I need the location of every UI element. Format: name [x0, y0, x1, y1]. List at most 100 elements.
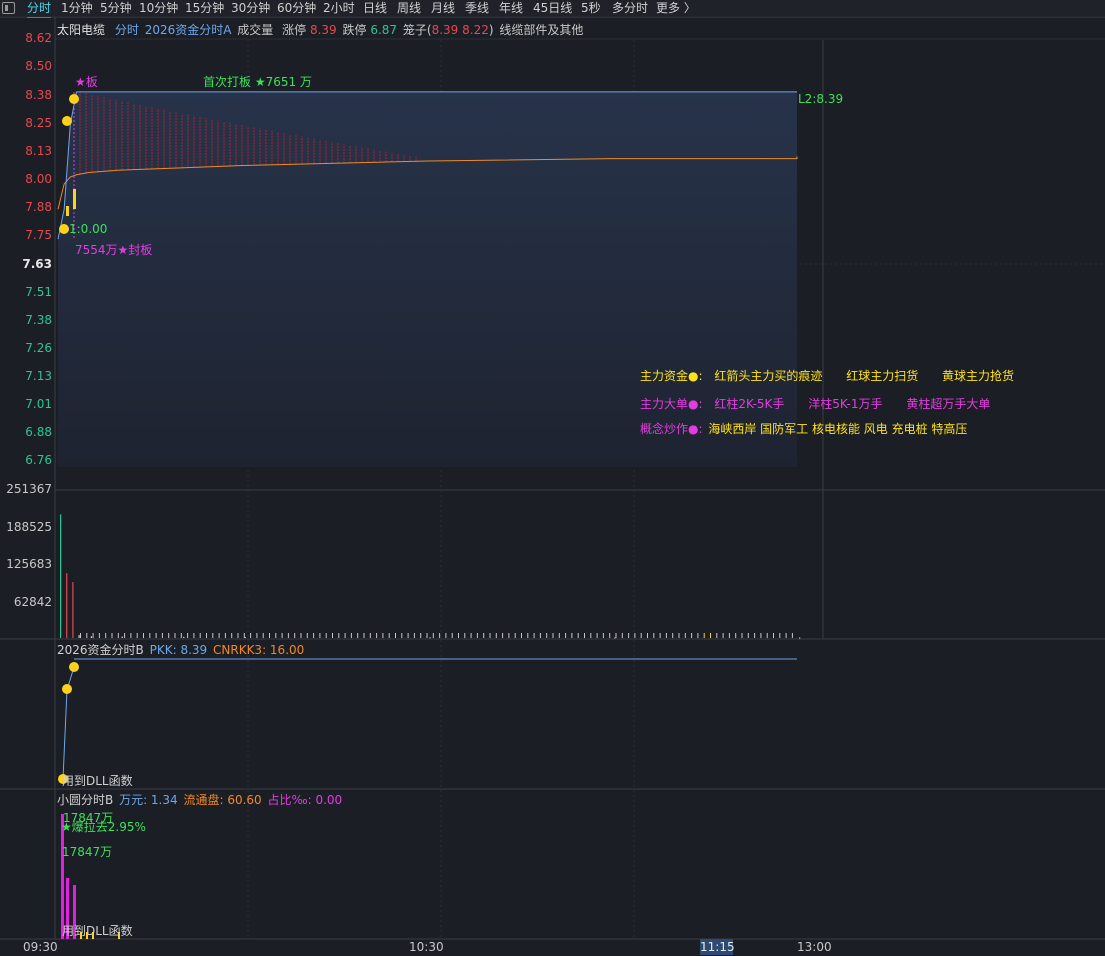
volume-bar	[799, 637, 801, 639]
volume-bar	[760, 633, 762, 638]
volume-bar	[502, 633, 504, 638]
volume-bar	[121, 636, 123, 638]
volume-bar	[250, 633, 252, 638]
volume-bar	[432, 633, 434, 638]
volume-bar	[672, 633, 674, 638]
legend-item: 黄球主力抢货	[942, 369, 1015, 383]
volume-bar	[634, 633, 636, 638]
volume-bar	[596, 633, 598, 638]
legend-item: 洋柱5K-1万手	[808, 397, 883, 411]
volume-bar	[149, 633, 151, 638]
yellow-ball	[69, 94, 79, 104]
volume-bar	[243, 633, 245, 638]
volume-bar	[565, 633, 567, 638]
panel-c-boom: ★爆拉去2.95%	[61, 820, 146, 834]
panel-c-ratio: 占比‰: 0.00	[267, 793, 343, 807]
volume-bar	[716, 633, 718, 638]
limit-board-tag: ★板	[75, 75, 98, 89]
volume-bar	[609, 633, 611, 638]
volume-bar	[647, 633, 648, 638]
panel-b-name[interactable]: 2026资金分时B	[57, 643, 144, 657]
first-board-tag: 首次打板 ★7651 万	[203, 75, 312, 89]
l1-tag: 1:0.00	[69, 222, 108, 236]
time-tick: 10:30	[409, 940, 444, 954]
volume-bar	[332, 633, 333, 638]
volume-bar	[344, 633, 346, 638]
volume-bar	[174, 633, 176, 638]
volume-bar	[420, 633, 422, 638]
volume-bar	[413, 633, 415, 638]
volume-bar	[584, 633, 585, 638]
volume-bar	[665, 633, 667, 638]
panel-c-amount: 17847万	[62, 845, 113, 859]
volume-bar	[124, 633, 126, 638]
volume-bar	[363, 633, 365, 638]
volume-bar	[678, 633, 680, 638]
volume-bar	[539, 633, 541, 638]
time-tick: 09:30	[23, 940, 58, 954]
volume-bar	[785, 633, 787, 638]
volume-bar	[183, 636, 185, 638]
volume-bar	[697, 633, 699, 638]
legend-row-concepts: 概念炒作●: 海峡西岸 国防军工 核电核能 风电 充电桩 特高压	[640, 420, 967, 437]
volume-bar	[458, 633, 459, 638]
big-order-bar	[66, 206, 69, 216]
volume-bar	[376, 633, 378, 638]
volume-bar	[571, 633, 573, 638]
volume-bar	[614, 637, 616, 639]
time-cursor[interactable]: 11:15	[700, 939, 735, 955]
volume-bar	[791, 633, 793, 638]
volume-bar	[78, 635, 80, 638]
seal-tag: 7554万★封板	[75, 243, 153, 257]
volume-bar	[508, 633, 510, 638]
volume-bar	[728, 633, 730, 638]
legend-title: 主力大单●:	[640, 397, 703, 411]
legend-item: 红箭头主力买的痕迹	[714, 369, 823, 383]
volume-bar	[590, 633, 592, 638]
volume-bar	[313, 633, 315, 638]
volume-bar	[269, 633, 270, 638]
volume-bar	[747, 633, 749, 638]
yellow-ball	[62, 116, 72, 126]
volume-bar	[325, 633, 327, 638]
volume-bar	[426, 633, 428, 638]
yellow-ball	[59, 224, 69, 234]
time-tick: 13:00	[797, 940, 832, 954]
intraday-chart[interactable]	[0, 0, 1105, 956]
volume-bar	[640, 633, 642, 638]
volume-bar	[476, 633, 478, 638]
volume-bar	[521, 633, 522, 638]
volume-bar	[168, 633, 170, 638]
volume-bar	[445, 633, 447, 638]
legend-item: 海峡西岸 国防军工 核电核能 风电 充电桩 特高压	[708, 422, 968, 436]
volume-bar	[710, 633, 711, 638]
volume-bar	[111, 633, 113, 638]
volume-bar	[231, 633, 233, 638]
volume-bar	[199, 633, 201, 638]
panel-c-name[interactable]: 小圆分时B	[57, 793, 113, 807]
volume-bar	[218, 633, 220, 638]
volume-bar	[143, 633, 144, 638]
volume-bar	[489, 633, 491, 638]
volume-bar	[653, 633, 655, 638]
panel-c-float: 流通盘: 60.60	[183, 793, 262, 807]
volume-bar	[300, 633, 302, 638]
volume-bar	[615, 633, 617, 638]
volume-bar	[659, 633, 661, 638]
volume-bar	[105, 633, 107, 638]
volume-bar	[350, 633, 352, 638]
volume-bar	[338, 633, 340, 638]
panel-b-header: 2026资金分时B PKK: 8.39 CNRKK3: 16.00	[57, 641, 304, 658]
volume-bar	[155, 633, 157, 638]
volume-bar	[306, 633, 308, 638]
volume-bars	[60, 514, 801, 639]
volume-bar	[533, 633, 535, 638]
legend-item: 黄柱超万手大单	[906, 397, 991, 411]
volume-bar	[281, 633, 283, 638]
volume-bar	[495, 633, 497, 638]
panel-c-wan: 万元: 1.34	[119, 793, 178, 807]
volume-bar	[294, 633, 296, 638]
volume-bar	[130, 633, 132, 638]
volume-bar	[60, 514, 62, 638]
volume-bar	[779, 633, 781, 638]
